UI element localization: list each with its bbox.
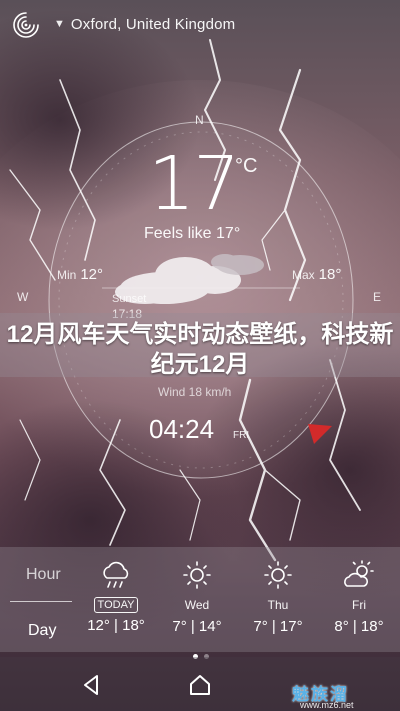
back-button[interactable] bbox=[80, 673, 102, 702]
wind-direction-marker bbox=[308, 424, 332, 444]
temperature-unit: °C bbox=[235, 155, 258, 177]
compass-north: N bbox=[195, 113, 204, 127]
forecast-day-fri[interactable]: Fri 8° | 18° bbox=[328, 560, 390, 635]
current-temperature: 17 bbox=[148, 141, 240, 227]
wind-speed: Wind 18 km/h bbox=[158, 385, 232, 399]
forecast-temps: 12° | 18° bbox=[87, 617, 145, 634]
min-temperature: Min 12° bbox=[57, 266, 104, 283]
compass-east: E bbox=[373, 290, 382, 304]
forecast-temps: 7° | 17° bbox=[253, 618, 303, 635]
forecast-day-today[interactable]: TODAY 12° | 18° bbox=[85, 560, 147, 634]
cloud-rain-icon bbox=[103, 561, 129, 588]
tab-hour[interactable]: Hour bbox=[26, 566, 61, 584]
clock-time: 04:24 bbox=[149, 414, 215, 444]
location-name: Oxford, United Kingdom bbox=[70, 15, 236, 33]
feels-like: Feels like 17° bbox=[144, 225, 241, 242]
app-menu-icon[interactable] bbox=[11, 10, 41, 40]
sunset-label: Sunset bbox=[112, 293, 147, 305]
compass-west: W bbox=[17, 290, 29, 304]
banner-title: 12月风车天气实时动态壁纸，科技新纪元12月 bbox=[6, 321, 394, 378]
forecast-day-name: Wed bbox=[184, 598, 210, 612]
max-temperature: Max 18° bbox=[292, 266, 342, 283]
location-selector[interactable]: ▼ Oxford, United Kingdom bbox=[54, 14, 235, 34]
clock-day: FRI bbox=[233, 430, 250, 441]
forecast-day-wed[interactable]: Wed 7° | 14° bbox=[166, 560, 228, 635]
forecast-temps: 7° | 14° bbox=[172, 618, 222, 635]
forecast-day-name: Fri bbox=[352, 598, 366, 612]
forecast-temps: 8° | 18° bbox=[334, 618, 384, 635]
home-button[interactable] bbox=[188, 673, 212, 702]
top-bar: ▼ Oxford, United Kingdom bbox=[0, 0, 400, 48]
home-icon bbox=[190, 675, 210, 695]
tab-day[interactable]: Day bbox=[28, 622, 56, 640]
forecast-day-name: TODAY bbox=[93, 597, 139, 613]
forecast-day-thu[interactable]: Thu 7° | 17° bbox=[247, 560, 309, 635]
back-icon bbox=[84, 675, 98, 695]
partly-cloudy-icon bbox=[344, 560, 374, 587]
watermark-url: www.mz6.net bbox=[300, 700, 354, 710]
sun-icon bbox=[264, 561, 292, 589]
sun-icon bbox=[183, 561, 211, 589]
tab-divider bbox=[10, 601, 72, 602]
forecast-day-name: Thu bbox=[267, 598, 289, 612]
location-arrow-icon: ▼ bbox=[54, 18, 65, 30]
